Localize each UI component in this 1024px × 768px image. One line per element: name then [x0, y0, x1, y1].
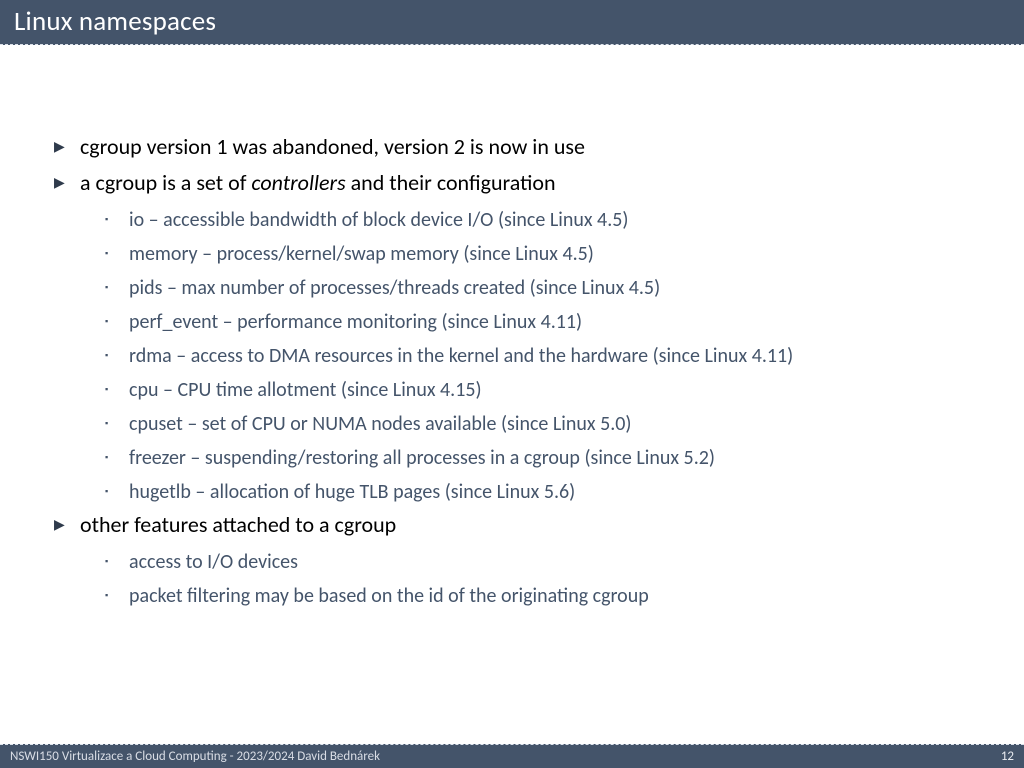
slide-content: ▶ cgroup version 1 was abandoned, versio… [0, 45, 1024, 768]
bullet-text: perf_event – performance monitoring (sin… [129, 307, 974, 337]
bullet-text: rdma – access to DMA resources in the ke… [129, 341, 974, 371]
bullet-level1: ▶ cgroup version 1 was abandoned, versio… [50, 133, 974, 161]
triangle-right-icon: ▶ [50, 133, 80, 161]
bullet-level1: ▶ a cgroup is a set of controllers and t… [50, 169, 974, 197]
footer-text: NSWI150 Virtualizace a Cloud Computing -… [10, 749, 380, 764]
square-bullet-icon: ▪ [105, 547, 129, 577]
square-bullet-icon: ▪ [105, 239, 129, 269]
square-bullet-icon: ▪ [105, 307, 129, 337]
bullet-text: cpu – CPU time allotment (since Linux 4.… [129, 375, 974, 405]
bullet-text: memory – process/kernel/swap memory (sin… [129, 239, 974, 269]
slide-footer: NSWI150 Virtualizace a Cloud Computing -… [0, 744, 1024, 768]
bullet-level1: ▶ other features attached to a cgroup [50, 511, 974, 539]
bullet-text-part: and their configuration [346, 169, 556, 196]
slide-title: Linux namespaces [0, 0, 1024, 45]
bullet-text: io – accessible bandwidth of block devic… [129, 205, 974, 235]
square-bullet-icon: ▪ [105, 273, 129, 303]
bullet-text: other features attached to a cgroup [80, 511, 974, 539]
bullet-text: packet filtering may be based on the id … [129, 581, 974, 611]
square-bullet-icon: ▪ [105, 581, 129, 611]
bullet-level2: ▪pids – max number of processes/threads … [105, 273, 974, 303]
bullet-level2: ▪access to I/O devices [105, 547, 974, 577]
triangle-right-icon: ▶ [50, 169, 80, 197]
bullet-text: access to I/O devices [129, 547, 974, 577]
bullet-text: a cgroup is a set of controllers and the… [80, 169, 974, 197]
bullet-level2: ▪rdma – access to DMA resources in the k… [105, 341, 974, 371]
bullet-text: hugetlb – allocation of huge TLB pages (… [129, 477, 974, 507]
bullet-text-part: a cgroup is a set of [80, 169, 251, 196]
square-bullet-icon: ▪ [105, 375, 129, 405]
square-bullet-icon: ▪ [105, 409, 129, 439]
bullet-level2: ▪cpu – CPU time allotment (since Linux 4… [105, 375, 974, 405]
page-number: 12 [1001, 749, 1014, 764]
bullet-text-emph: controllers [251, 169, 345, 196]
bullet-level2: ▪packet filtering may be based on the id… [105, 581, 974, 611]
square-bullet-icon: ▪ [105, 477, 129, 507]
bullet-level2: ▪hugetlb – allocation of huge TLB pages … [105, 477, 974, 507]
slide: Linux namespaces ▶ cgroup version 1 was … [0, 0, 1024, 768]
square-bullet-icon: ▪ [105, 205, 129, 235]
bullet-level2: ▪cpuset – set of CPU or NUMA nodes avail… [105, 409, 974, 439]
square-bullet-icon: ▪ [105, 341, 129, 371]
bullet-text: cgroup version 1 was abandoned, version … [80, 133, 974, 161]
bullet-text: pids – max number of processes/threads c… [129, 273, 974, 303]
triangle-right-icon: ▶ [50, 511, 80, 539]
bullet-level2: ▪memory – process/kernel/swap memory (si… [105, 239, 974, 269]
bullet-level2: ▪perf_event – performance monitoring (si… [105, 307, 974, 337]
bullet-text: freezer – suspending/restoring all proce… [129, 443, 974, 473]
square-bullet-icon: ▪ [105, 443, 129, 473]
bullet-level2: ▪io – accessible bandwidth of block devi… [105, 205, 974, 235]
bullet-level2: ▪freezer – suspending/restoring all proc… [105, 443, 974, 473]
bullet-text: cpuset – set of CPU or NUMA nodes availa… [129, 409, 974, 439]
